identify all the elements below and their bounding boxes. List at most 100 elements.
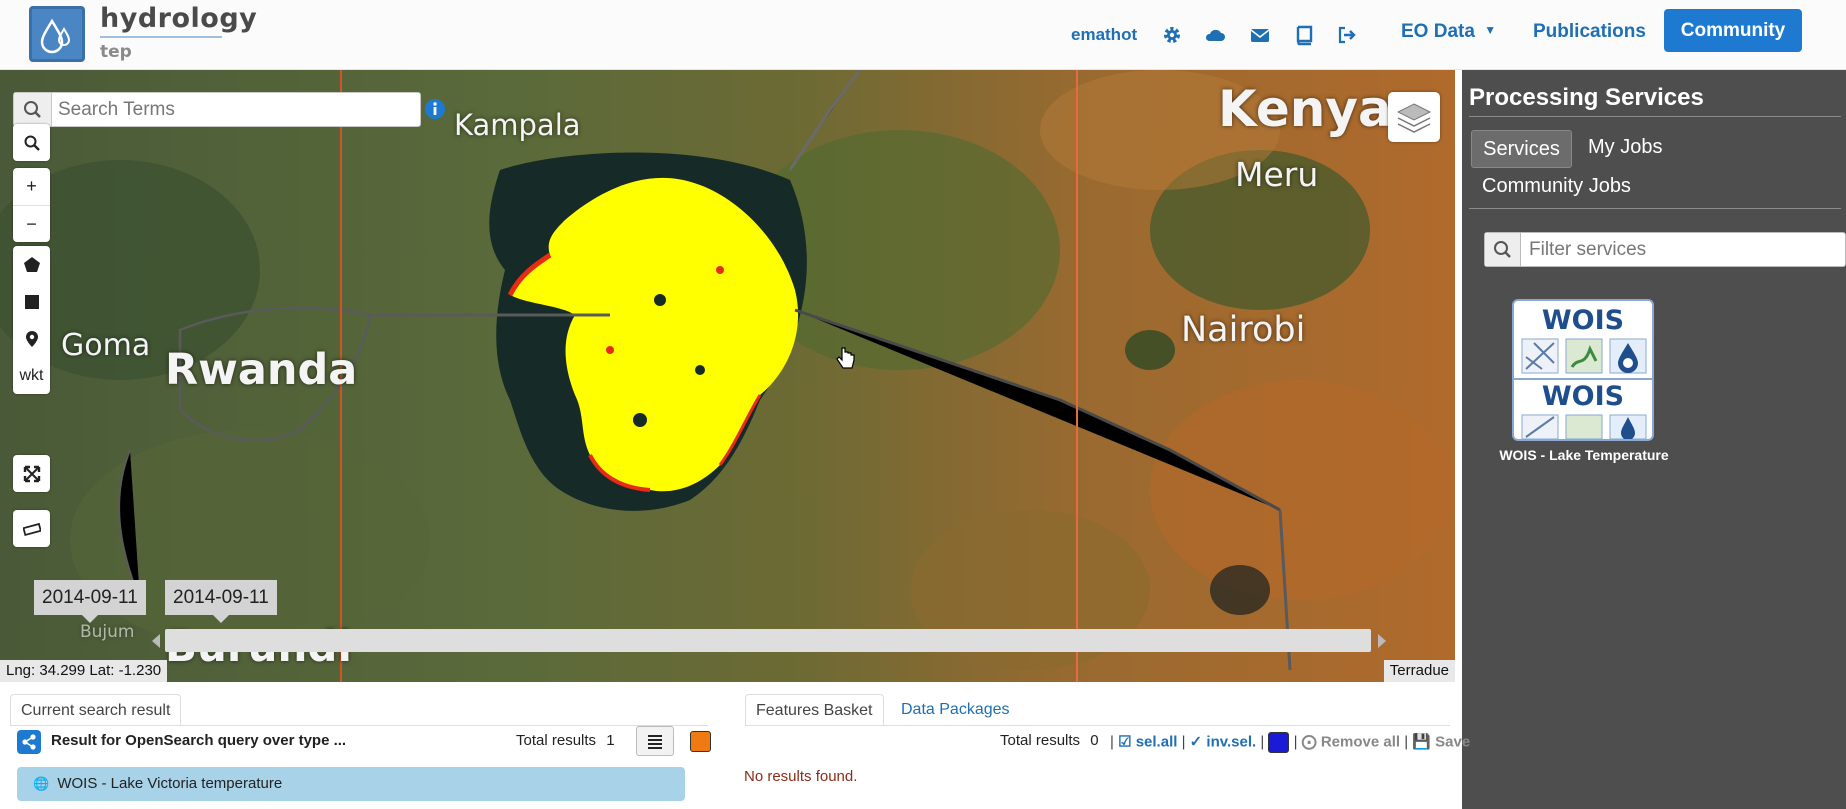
logout-icon[interactable]: [1336, 24, 1358, 46]
book-icon[interactable]: [1293, 24, 1315, 46]
tab-data-packages[interactable]: Data Packages: [891, 694, 1020, 726]
layers-icon: [1396, 103, 1432, 133]
list-icon: [648, 735, 662, 749]
basket-total-value: 0: [1090, 732, 1099, 749]
map-search-tool[interactable]: [13, 124, 50, 161]
service-name-label[interactable]: WOIS - Lake Temperature: [1462, 447, 1706, 463]
hand-cursor-icon: [836, 347, 855, 369]
user-menu[interactable]: emathot: [1071, 25, 1137, 45]
fullscreen-button[interactable]: [13, 455, 50, 492]
filter-bar: [1484, 232, 1846, 267]
search-icon[interactable]: [14, 93, 52, 126]
logo-divider: [100, 36, 222, 38]
logo-subtitle[interactable]: tep: [100, 42, 132, 62]
zoom-in-button[interactable]: +: [13, 168, 50, 205]
basket-actions: | ☑ sel.all | ✓ inv.sel. | | ⨀ Remove al…: [1110, 732, 1470, 753]
info-icon[interactable]: [424, 98, 446, 120]
results-area: Current search result Result for OpenSea…: [0, 682, 1470, 809]
total-results-right: Total results 0: [1000, 732, 1099, 749]
result-item[interactable]: 🌐 WOIS - Lake Victoria temperature: [17, 767, 685, 801]
search-bar: [13, 92, 421, 127]
service-tile-divider: [1514, 378, 1652, 380]
layers-button[interactable]: [1388, 92, 1440, 142]
tab-features-basket[interactable]: Features Basket: [745, 694, 884, 726]
basket-color-picker[interactable]: [1268, 732, 1290, 753]
map-attribution[interactable]: Terradue: [1383, 660, 1455, 682]
time-end-label[interactable]: 2014-09-11: [165, 580, 277, 623]
wois-logo-icon: [1521, 414, 1647, 439]
mouse-coordinates: Lng: 34.299 Lat: -1.230: [0, 660, 168, 682]
select-all-button[interactable]: ☑ sel.all: [1118, 733, 1177, 750]
map-label-goma: Goma: [61, 328, 151, 363]
logo-icon[interactable]: [29, 6, 85, 62]
processing-services-panel: Processing Services Services My Jobs Com…: [1462, 70, 1846, 809]
separator: |: [1260, 733, 1265, 751]
draw-point-icon[interactable]: [13, 320, 50, 357]
top-navbar: hydrology tep emathot EO Data ▼ Publicat…: [0, 0, 1846, 70]
basket-tab-line: [745, 725, 1450, 726]
ruler-icon: [13, 510, 50, 547]
service-card-wois[interactable]: WOIS WOIS: [1512, 299, 1654, 441]
select-all-label: sel.all: [1135, 733, 1178, 751]
zoom-out-button[interactable]: −: [13, 205, 50, 242]
total-results-value: 1: [606, 732, 615, 749]
separator: |: [1404, 733, 1409, 751]
time-slider-right-handle-icon[interactable]: [1376, 633, 1388, 649]
draw-tools: wkt: [13, 246, 50, 394]
save-label: Save: [1435, 733, 1471, 751]
save-button[interactable]: 💾 Save: [1412, 733, 1470, 750]
map-label-kampala: Kampala: [454, 108, 581, 142]
draw-rectangle-icon[interactable]: [13, 283, 50, 320]
map-label-bujumbura: Bujum: [80, 622, 135, 642]
service-logo-word: WOIS: [1541, 305, 1625, 336]
tab-community-jobs[interactable]: Community Jobs: [1482, 175, 1631, 198]
map-label-kenya: Kenya: [1218, 80, 1392, 138]
time-slider-left-handle-icon[interactable]: [150, 633, 162, 649]
panel-title: Processing Services: [1469, 84, 1704, 111]
results-tab-line: [10, 725, 708, 726]
list-view-button[interactable]: [636, 726, 674, 756]
search-input[interactable]: [58, 93, 418, 126]
app-root: hydrology tep emathot EO Data ▼ Publicat…: [0, 0, 1846, 809]
empty-basket-message: No results found.: [744, 768, 858, 785]
draw-polygon-icon[interactable]: [13, 246, 50, 283]
cloud-icon[interactable]: [1204, 24, 1226, 46]
tab-current-search-result[interactable]: Current search result: [10, 694, 182, 726]
envelope-icon[interactable]: [1249, 24, 1271, 46]
tab-services[interactable]: Services: [1471, 130, 1572, 168]
remove-all-button[interactable]: ⨀ Remove all: [1302, 733, 1400, 750]
total-results-left: Total results 1: [516, 732, 615, 749]
map-view[interactable]: Kampala Kenya Meru Nairobi Goma Rwanda B…: [0, 70, 1455, 682]
separator: |: [1110, 733, 1114, 751]
map-label-rwanda: Rwanda: [165, 345, 358, 395]
tab-my-jobs[interactable]: My Jobs: [1588, 136, 1662, 159]
time-start-label[interactable]: 2014-09-11: [34, 580, 146, 623]
measure-tool[interactable]: [13, 510, 50, 547]
separator: |: [1293, 733, 1298, 751]
invert-selection-button[interactable]: ✓ inv.sel.: [1190, 733, 1257, 750]
search-icon[interactable]: [1485, 233, 1521, 266]
share-icon[interactable]: [17, 730, 41, 754]
eo-data-menu[interactable]: EO Data ▼: [1401, 21, 1496, 43]
search-icon: [13, 124, 50, 161]
time-slider[interactable]: [165, 629, 1371, 652]
map-label-meru: Meru: [1235, 155, 1319, 194]
service-logo-word-repeat: WOIS: [1541, 381, 1625, 412]
caret-down-icon: ▼: [1484, 23, 1497, 37]
result-color-picker[interactable]: [690, 731, 711, 752]
separator: |: [1181, 733, 1186, 751]
wois-logo-icon: [1521, 338, 1647, 374]
logo-title[interactable]: hydrology: [100, 3, 257, 34]
gear-icon[interactable]: [1161, 24, 1183, 46]
result-item-label: WOIS - Lake Victoria temperature: [57, 775, 283, 792]
globe-icon: 🌐: [33, 776, 50, 791]
map-label-nairobi: Nairobi: [1181, 310, 1306, 350]
community-button[interactable]: Community: [1664, 9, 1802, 52]
query-description: Result for OpenSearch query over type ..…: [51, 732, 347, 749]
zoom-control: + −: [13, 168, 50, 242]
publications-link[interactable]: Publications: [1533, 21, 1646, 43]
eo-data-label: EO Data: [1401, 21, 1475, 42]
wkt-button[interactable]: wkt: [13, 357, 50, 394]
filter-services-input[interactable]: [1529, 233, 1839, 266]
fullscreen-icon: [13, 455, 50, 492]
